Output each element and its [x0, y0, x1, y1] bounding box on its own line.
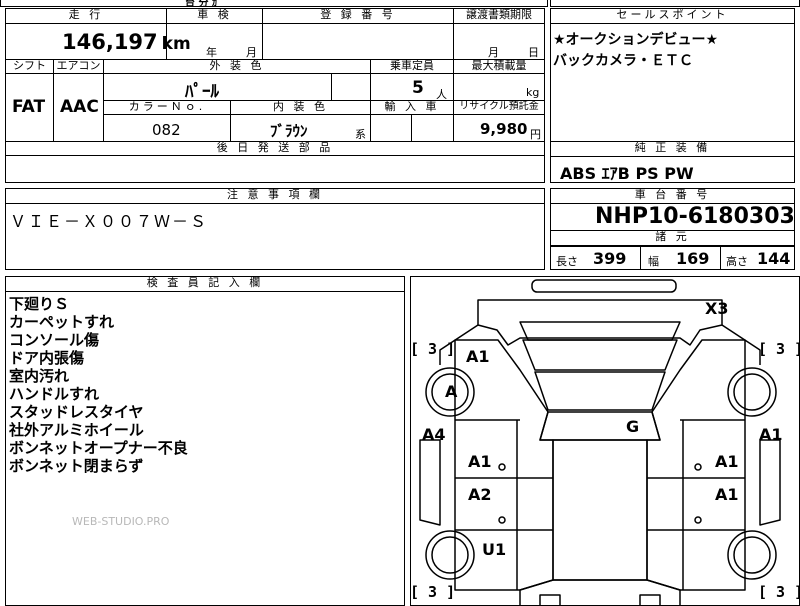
hood-outline	[522, 339, 678, 371]
transfer-deadline-header: 譲渡書類期限	[453, 8, 545, 24]
inspection-year-unit: 年	[206, 46, 217, 59]
genuine-equipment-value: ABS ｴｱB PS PW	[560, 164, 694, 183]
specs-height-label: 高さ	[726, 255, 748, 268]
damage-label-g: G	[626, 417, 640, 436]
top-strip-right	[550, 0, 800, 7]
inspector-note-line: スタッドレスタイヤ	[9, 403, 144, 421]
damage-label-a-wheel: A	[445, 382, 458, 401]
inspector-note-line: ハンドルすれ	[9, 385, 100, 403]
registration-header: 登 録 番 号	[262, 8, 454, 24]
left-door-handle	[498, 463, 506, 471]
capacity-value: 5	[412, 78, 424, 98]
inspector-note-line: ボンネットオープナー不良	[9, 439, 188, 457]
top-strip	[0, 0, 548, 7]
inspector-note-line: 下廻りＳ	[9, 295, 70, 313]
car-diagram-box: [ 3 ] [ 3 ] [ 3 ] [ 3 ] X3 A1 A A4 G A1 …	[410, 276, 800, 606]
max-load-header: 最大積載量	[453, 59, 545, 74]
import-subcell	[411, 114, 454, 142]
specs-length-label: 長さ	[556, 255, 578, 268]
inspector-note-line: ボンネット閉まらず	[9, 457, 144, 475]
caution-value: ＶＩＥ－Ｘ００７Ｗ－Ｓ	[10, 212, 209, 231]
inspector-notes-list: 下廻りＳ カーペットすれ コンソール傷 ドア内張傷 室内汚れ ハンドルすれ スタ…	[9, 295, 399, 475]
inspector-note-line: ドア内張傷	[9, 349, 85, 367]
damage-label-a1-front-left: A1	[466, 347, 490, 366]
exterior-color-subcell	[331, 73, 371, 101]
tire-rating-front-left: [ 3 ]	[410, 340, 456, 358]
damage-label-a4: A4	[422, 425, 446, 444]
chassis-value: NHP10-6180303	[595, 204, 795, 229]
color-no-value: 082	[152, 121, 181, 139]
front-right-wheel	[727, 367, 777, 417]
specs-row: 長さ 399 幅 169 高さ 144	[550, 246, 795, 270]
recycle-unit: 円	[530, 128, 541, 141]
damage-label-a1-right-door: A1	[715, 452, 739, 471]
watermark: WEB-STUDIO.PRO	[72, 515, 170, 528]
transfer-month-unit: 月	[488, 46, 499, 59]
roof-bar	[531, 279, 677, 293]
genuine-equipment-header: 純 正 装 備	[550, 141, 795, 157]
exterior-color-value: ﾊﾟｰﾙ	[185, 82, 219, 102]
rear-body	[519, 579, 681, 605]
inspector-notes-header: 検 査 員 記 入 欄	[5, 276, 405, 292]
damage-label-a2: A2	[468, 485, 492, 504]
inspection-header: 車 検	[166, 8, 263, 24]
specs-header: 諸 元	[550, 230, 795, 246]
specs-width-value: 169	[676, 249, 710, 268]
windshield-outline	[534, 371, 666, 411]
color-no-header: カラーＮｏ.	[103, 100, 231, 115]
specs-width-label: 幅	[648, 255, 659, 268]
mileage-header: 走 行	[5, 8, 167, 24]
inspector-note-line: 室内汚れ	[9, 367, 70, 385]
interior-color-value: ﾌﾞﾗｳﾝ	[270, 122, 308, 140]
roof-outline	[539, 411, 661, 441]
damage-label-a1-right-fender: A1	[759, 425, 783, 444]
left-rear-outline	[419, 439, 441, 526]
later-parts-header: 後 日 発 送 部 品	[5, 141, 545, 156]
left-rear-handle	[498, 516, 506, 524]
exterior-color-header: 外 装 色	[103, 59, 371, 74]
sales-point-line-1: ★オークションデビュー★	[553, 32, 719, 48]
right-rear-outline	[759, 439, 781, 526]
max-load-unit: kg	[526, 86, 540, 99]
tire-rating-rear-right: [ 3 ]	[758, 583, 800, 601]
caution-header: 注 意 事 項 欄	[5, 188, 545, 204]
shift-header: シフト	[5, 59, 54, 74]
right-rear-handle	[694, 516, 702, 524]
rear-right-wheel	[727, 530, 777, 580]
inspection-month-unit: 月	[246, 46, 257, 59]
aircon-header: エアコン	[53, 59, 104, 74]
sales-point-line-2: バックカメラ・ＥＴＣ	[553, 53, 693, 69]
import-header: 輸 入 車	[370, 100, 454, 115]
inspector-note-line: 社外アルミホイール	[9, 421, 144, 439]
center-panel	[552, 439, 648, 581]
inspector-note-line: カーペットすれ	[9, 313, 115, 331]
chassis-header: 車 台 番 号	[550, 188, 795, 204]
right-a-pillar	[721, 324, 761, 365]
specs-length-value: 399	[593, 249, 627, 268]
transfer-day-unit: 日	[528, 46, 539, 59]
sales-points-header: セールスポイント	[550, 8, 795, 24]
inspector-note-line: コンソール傷	[9, 331, 100, 349]
tire-rating-front-right: [ 3 ]	[758, 340, 800, 358]
tire-rating-rear-left: [ 3 ]	[410, 583, 456, 601]
damage-label-u1: U1	[482, 540, 507, 559]
aircon-value: AAC	[60, 97, 99, 117]
specs-height-value: 144	[757, 249, 791, 268]
interior-color-suffix: 系	[355, 128, 366, 141]
car-diagram	[419, 279, 781, 605]
damage-label-x3: X3	[705, 299, 729, 318]
rear-left-corner	[539, 594, 561, 605]
recycle-header: リサイクル預託金	[453, 100, 545, 115]
shift-value: FAT	[12, 97, 46, 117]
recycle-value: 9,980	[480, 120, 528, 138]
rear-left-wheel	[425, 530, 475, 580]
damage-label-a1-right-rear-door: A1	[715, 485, 739, 504]
right-door-handle	[694, 463, 702, 471]
rear-right-corner	[639, 594, 661, 605]
damage-label-a1-left-door: A1	[468, 452, 492, 471]
interior-color-header: 内 装 色	[230, 100, 371, 115]
sales-points-box	[550, 8, 795, 142]
capacity-header: 乗車定員	[370, 59, 454, 74]
